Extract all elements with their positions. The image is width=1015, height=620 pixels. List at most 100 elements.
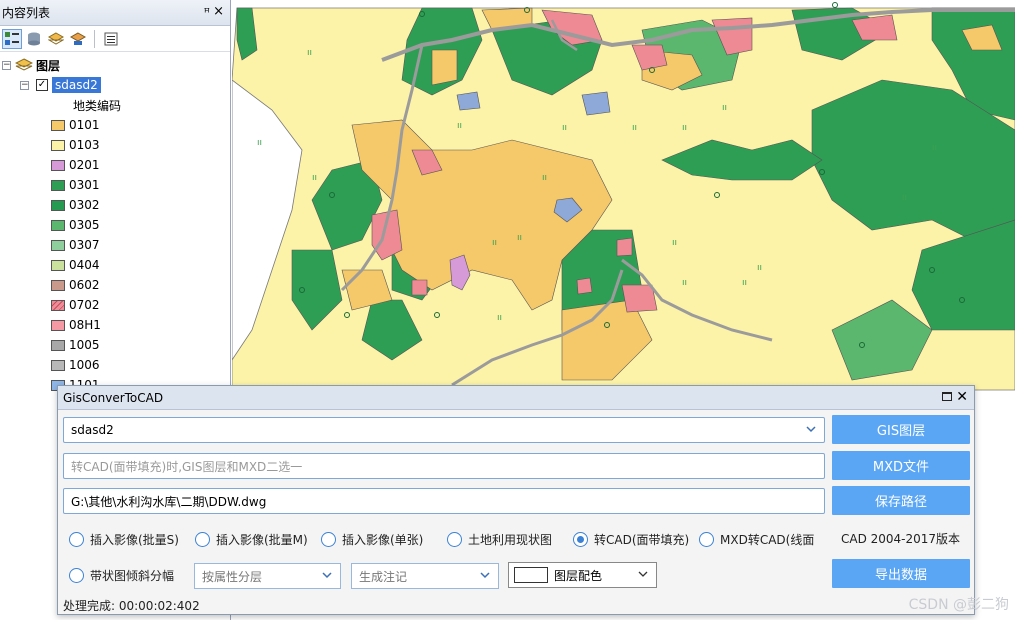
svg-text:ıı: ıı xyxy=(902,193,907,203)
layer-color-scheme-select[interactable]: 图层配色 xyxy=(508,562,657,588)
legend-item: 1005 xyxy=(0,335,230,355)
maximize-icon[interactable] xyxy=(942,392,952,401)
svg-text:ıı: ıı xyxy=(307,48,312,58)
svg-text:ıı: ıı xyxy=(682,278,687,288)
layers-visibility-icon xyxy=(48,31,64,45)
legend-code: 1006 xyxy=(69,358,100,372)
legend-item: 0301 xyxy=(0,175,230,195)
legend-code: 0302 xyxy=(69,198,100,212)
legend-code: 0101 xyxy=(69,118,100,132)
svg-text:ıı: ıı xyxy=(312,173,317,183)
toc-title-bar: 内容列表 ꟸ × xyxy=(0,0,230,26)
close-icon[interactable]: × xyxy=(213,4,224,19)
mxd-file-input[interactable]: 转CAD(面带填充)时,GIS图层和MXD二选一 xyxy=(63,453,825,479)
toc-toolbar xyxy=(0,26,230,52)
gis-layer-select[interactable]: sdasd2 xyxy=(63,417,825,443)
layer-name[interactable]: sdasd2 xyxy=(52,77,101,93)
gis-layer-select-value: sdasd2 xyxy=(71,423,114,437)
dialog-title-bar: GisConverToCAD ✕ xyxy=(58,386,974,410)
gis-layer-button[interactable]: GIS图层 xyxy=(832,415,970,444)
legend-item: 0305 xyxy=(0,215,230,235)
legend-swatch xyxy=(51,339,65,351)
attribute-layer-placeholder: 按属性分层 xyxy=(202,569,263,584)
options-list-icon xyxy=(104,32,118,45)
list-by-source-button[interactable] xyxy=(24,29,44,49)
toc-title: 内容列表 xyxy=(2,6,51,20)
legend-field-heading: 地类编码 xyxy=(73,98,122,113)
chevron-down-icon xyxy=(480,572,490,579)
svg-text:ıı: ıı xyxy=(932,143,937,153)
save-path-value: G:\其他\水利沟水库\二期\DDW.dwg xyxy=(71,494,267,509)
status-text: 处理完成: 00:00:02:402 xyxy=(63,599,200,613)
annotation-select[interactable]: 生成注记 xyxy=(351,563,499,589)
svg-text:ıı: ıı xyxy=(672,238,677,248)
radio-label: 插入影像(批量S) xyxy=(90,533,179,547)
chevron-down-icon xyxy=(322,572,332,579)
svg-text:ıı: ıı xyxy=(632,123,637,133)
drawing-order-icon xyxy=(5,31,19,45)
tree-layer-sdasd2[interactable]: − ✓ sdasd2 xyxy=(0,75,230,95)
legend-swatch xyxy=(51,199,65,211)
list-by-drawing-order-button[interactable] xyxy=(2,28,22,49)
radio-option[interactable]: 插入影像(批量M) xyxy=(195,531,308,548)
legend-item: 0307 xyxy=(0,235,230,255)
svg-text:ıı: ıı xyxy=(457,121,462,131)
radio-option[interactable]: 插入影像(单张) xyxy=(321,531,423,548)
collapse-icon[interactable]: − xyxy=(2,60,11,70)
chevron-down-icon xyxy=(806,426,816,433)
options-button[interactable] xyxy=(101,29,121,49)
svg-text:ıı: ıı xyxy=(257,138,262,148)
svg-text:ıı: ıı xyxy=(492,238,497,248)
legend-code: 0602 xyxy=(69,278,100,292)
radio-label: MXD转CAD(线面 xyxy=(720,533,815,547)
layer-visibility-checkbox[interactable]: ✓ xyxy=(36,79,48,91)
close-icon[interactable]: ✕ xyxy=(956,389,968,405)
legend-item: 0602 xyxy=(0,275,230,295)
legend-code: 0305 xyxy=(69,218,100,232)
color-swatch-preview xyxy=(514,567,548,583)
legend-item: 1006 xyxy=(0,355,230,375)
color-scheme-label: 图层配色 xyxy=(554,568,603,583)
legend-item: 0702 xyxy=(0,295,230,315)
legend-swatch xyxy=(51,139,65,151)
legend-swatch xyxy=(51,159,65,171)
radio-circle xyxy=(573,532,588,547)
watermark: CSDN @彭二狗 xyxy=(908,597,1009,613)
layers-icon xyxy=(15,58,33,71)
radio-option[interactable]: 转CAD(面带填充) xyxy=(573,531,689,548)
selection-icon xyxy=(70,31,86,45)
legend-code: 0307 xyxy=(69,238,100,252)
legend-swatch xyxy=(51,259,65,271)
legend-swatch xyxy=(51,299,65,311)
list-by-visibility-button[interactable] xyxy=(46,29,66,49)
pin-icon[interactable]: ꟸ xyxy=(204,6,210,19)
legend-swatch xyxy=(51,119,65,131)
layers-root-label: 图层 xyxy=(36,58,61,73)
legend-item: 0103 xyxy=(0,135,230,155)
save-path-button[interactable]: 保存路径 xyxy=(832,486,970,515)
annotation-placeholder: 生成注记 xyxy=(359,569,408,584)
save-path-input[interactable]: G:\其他\水利沟水库\二期\DDW.dwg xyxy=(63,488,825,514)
radio-circle xyxy=(699,532,714,547)
toolbar-separator xyxy=(94,29,95,48)
collapse-icon[interactable]: − xyxy=(20,80,29,90)
legend-swatch xyxy=(51,239,65,251)
svg-text:ıı: ıı xyxy=(562,123,567,133)
radio-circle xyxy=(321,532,336,547)
attribute-layer-select[interactable]: 按属性分层 xyxy=(194,563,341,589)
export-data-button[interactable]: 导出数据 xyxy=(832,559,970,588)
radio-label: 土地利用现状图 xyxy=(468,533,553,547)
svg-text:ıı: ıı xyxy=(497,313,502,323)
list-by-selection-button[interactable] xyxy=(68,29,88,49)
legend-heading-row: 地类编码 xyxy=(0,95,230,115)
mxd-file-button[interactable]: MXD文件 xyxy=(832,451,970,480)
mxd-file-placeholder: 转CAD(面带填充)时,GIS图层和MXD二选一 xyxy=(71,459,303,474)
legend-code: 0702 xyxy=(69,298,100,312)
radio-strip-map-tilt[interactable]: 带状图倾斜分幅 xyxy=(69,567,174,584)
dialog-title: GisConverToCAD xyxy=(63,390,164,405)
layer-tree: − 图层 − ✓ sdasd2 地类编码 0101 0103 0201 0301 030… xyxy=(0,52,230,395)
legend-item: 0404 xyxy=(0,255,230,275)
radio-option[interactable]: 插入影像(批量S) xyxy=(69,531,179,548)
radio-option[interactable]: MXD转CAD(线面 xyxy=(699,531,814,548)
radio-option[interactable]: 土地利用现状图 xyxy=(447,531,552,548)
